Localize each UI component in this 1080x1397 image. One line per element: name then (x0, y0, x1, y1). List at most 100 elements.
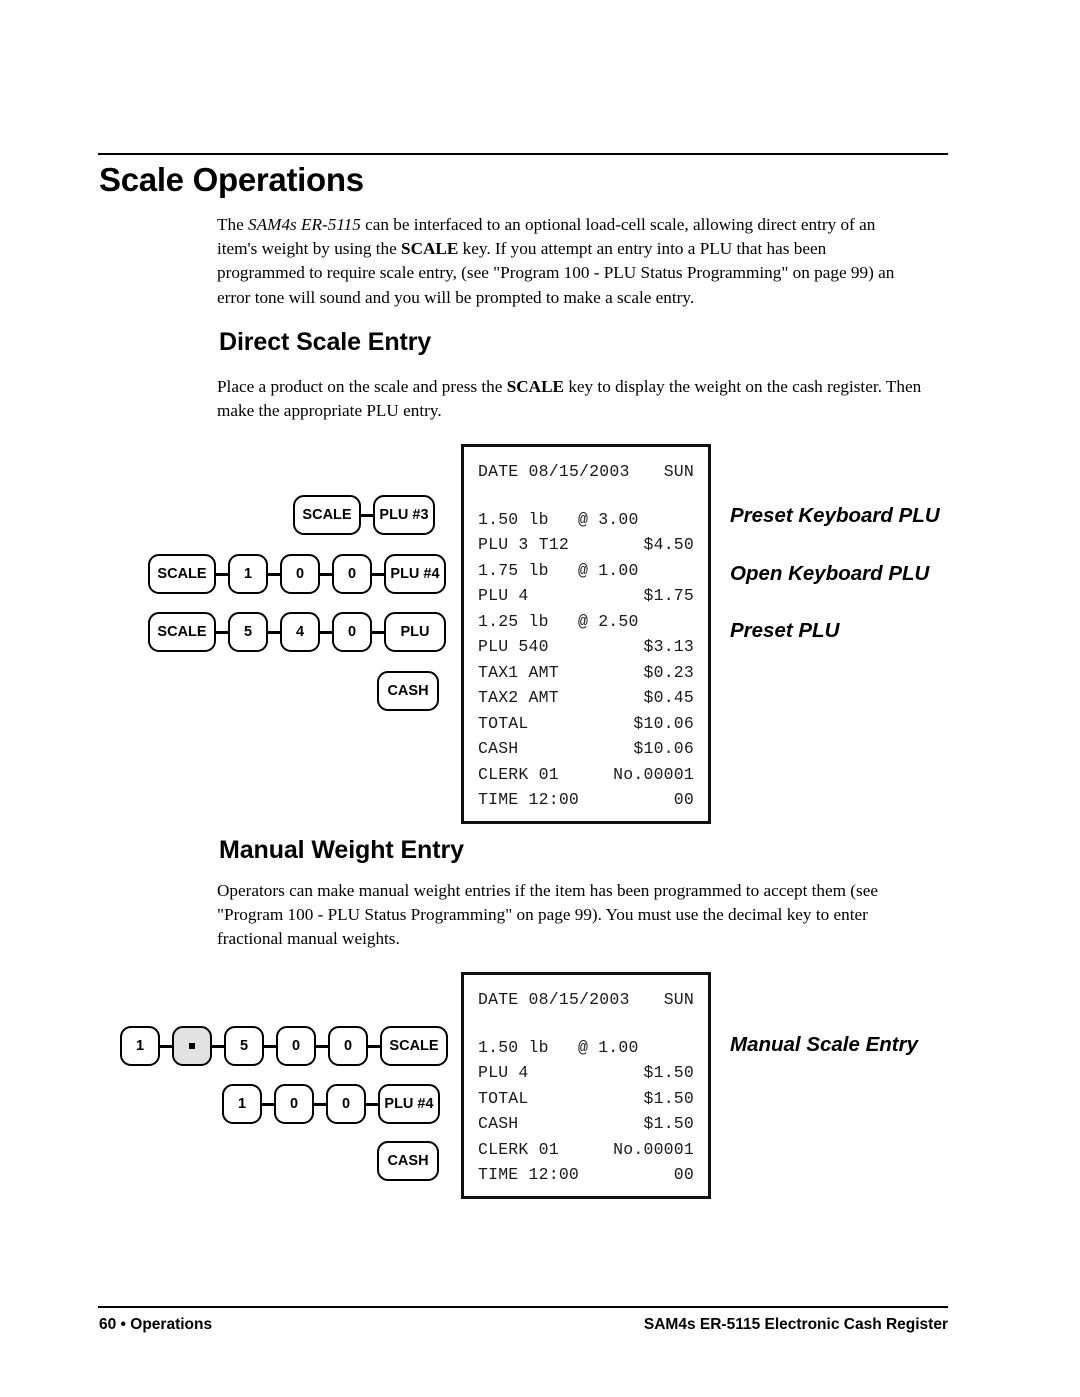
receipt-date-value: 08/15/2003 (528, 462, 630, 482)
key-num-0[interactable]: 0 (328, 1026, 368, 1066)
receipt-day-value: SUN (663, 990, 694, 1010)
receipt-line: TAX1 AMT $0.23 (464, 660, 708, 686)
receipt-line-right: $1.50 (643, 1114, 694, 1134)
callout-preset-keyboard-plu: Preset Keyboard PLU (730, 504, 940, 527)
receipt-line-left: TAX1 AMT (478, 662, 559, 682)
receipt-line-left: CASH (478, 739, 519, 759)
key-connector (261, 1102, 275, 1106)
key-connector (315, 1044, 329, 1048)
scale-key-bold: SCALE (506, 377, 565, 396)
receipt-line-left: CLERK 01 (478, 1139, 559, 1159)
decimal-dot-icon (189, 1043, 195, 1049)
key-sequence-tender-cash-1: CASH (377, 671, 439, 711)
receipt-line-right: $0.45 (643, 688, 694, 708)
receipt-line-right: $1.50 (643, 1088, 694, 1108)
receipt-line: CLERK 01 No.00001 (464, 762, 708, 788)
receipt-line-right: No.00001 (613, 1139, 694, 1159)
receipt-line: CASH $1.50 (464, 1111, 708, 1137)
receipt-line-right: $10.06 (633, 713, 694, 733)
key-num-4[interactable]: 4 (280, 612, 320, 652)
receipt-line: CASH $10.06 (464, 736, 708, 762)
receipt-date-label: DATE (478, 990, 519, 1010)
key-num-0[interactable]: 0 (332, 612, 372, 652)
receipt-line-left: TOTAL (478, 1088, 529, 1108)
key-num-1[interactable]: 1 (228, 554, 268, 594)
key-plu-4[interactable]: PLU #4 (378, 1084, 440, 1124)
header-divider (98, 153, 948, 155)
receipt-manual-scale-entry: DATE 08/15/2003 SUN 1.50 lb @ 1.00 PLU 4 $1… (461, 972, 711, 1199)
receipt-line-right: 00 (673, 790, 694, 810)
key-num-0[interactable]: 0 (276, 1026, 316, 1066)
receipt-line-right: @ 1.00 (578, 1037, 639, 1057)
receipt-line-left: TIME 12:00 (478, 1165, 580, 1185)
key-plu[interactable]: PLU (384, 612, 446, 652)
key-num-5[interactable]: 5 (228, 612, 268, 652)
key-num-0[interactable]: 0 (326, 1084, 366, 1124)
key-connector (313, 1102, 327, 1106)
key-connector (360, 513, 374, 517)
key-connector (365, 1102, 379, 1106)
key-num-5[interactable]: 5 (224, 1026, 264, 1066)
receipt-date-label: DATE (478, 462, 519, 482)
key-scale[interactable]: SCALE (148, 554, 216, 594)
receipt-line-right: $3.13 (643, 637, 694, 657)
receipt-line: TOTAL $1.50 (464, 1086, 708, 1112)
key-cash[interactable]: CASH (377, 1141, 439, 1181)
receipt-line-right: @ 2.50 (578, 611, 639, 631)
key-connector (215, 572, 229, 576)
key-num-0[interactable]: 0 (274, 1084, 314, 1124)
key-connector (371, 630, 385, 634)
key-sequence-preset-keyboard-plu: SCALE PLU #3 (293, 495, 435, 535)
document-page: Scale Operations The SAM4s ER-5115 can b… (0, 0, 1080, 1397)
direct-segment-1: Place a product on the scale and press t… (217, 377, 507, 396)
receipt-line: 1.75 lb @ 1.00 (464, 558, 708, 584)
key-num-0[interactable]: 0 (280, 554, 320, 594)
key-plu-3[interactable]: PLU #3 (373, 495, 435, 535)
key-sequence-open-keyboard-plu: SCALE 1 0 0 PLU #4 (148, 554, 446, 594)
receipt-line-left: TOTAL (478, 713, 529, 733)
key-connector (263, 1044, 277, 1048)
intro-segment-1: The (217, 215, 249, 234)
direct-scale-entry-paragraph: Place a product on the scale and press t… (217, 375, 927, 423)
heading-manual-weight-entry: Manual Weight Entry (219, 836, 464, 864)
receipt-line: PLU 540 $3.13 (464, 634, 708, 660)
receipt-line: TOTAL $10.06 (464, 711, 708, 737)
key-connector (319, 630, 333, 634)
receipt-line-right: @ 3.00 (578, 509, 639, 529)
receipt-date-value: 08/15/2003 (528, 990, 630, 1010)
receipt-line-left: PLU 4 (478, 586, 529, 606)
key-connector (371, 572, 385, 576)
intro-paragraph: The SAM4s ER-5115 can be interfaced to a… (217, 213, 917, 310)
key-cash[interactable]: CASH (377, 671, 439, 711)
footer-product-name: SAM4s ER-5115 Electronic Cash Register (643, 1316, 948, 1333)
key-num-1[interactable]: 1 (120, 1026, 160, 1066)
receipt-line: PLU 4 $1.75 (464, 583, 708, 609)
receipt-line-left: 1.25 lb (478, 611, 549, 631)
key-scale[interactable]: SCALE (293, 495, 361, 535)
receipt-line-left: 1.50 lb (478, 1037, 549, 1057)
receipt-line-right: $1.50 (643, 1063, 694, 1083)
key-num-1[interactable]: 1 (222, 1084, 262, 1124)
receipt-line-left: TAX2 AMT (478, 688, 559, 708)
callout-manual-scale-entry: Manual Scale Entry (730, 1033, 918, 1056)
heading-direct-scale-entry: Direct Scale Entry (219, 328, 432, 356)
footer-page-section: 60 • Operations (99, 1316, 213, 1333)
key-connector (267, 572, 281, 576)
receipt-line-left: PLU 3 T12 (478, 535, 569, 555)
key-connector (319, 572, 333, 576)
receipt-line: TIME 12:00 00 (464, 1162, 708, 1188)
receipt-line-right: No.00001 (613, 764, 694, 784)
key-scale[interactable]: SCALE (148, 612, 216, 652)
key-decimal-point[interactable] (172, 1026, 212, 1066)
page-title: Scale Operations (99, 161, 364, 198)
key-scale[interactable]: SCALE (380, 1026, 448, 1066)
receipt-line-left: CLERK 01 (478, 764, 559, 784)
key-num-0[interactable]: 0 (332, 554, 372, 594)
product-name-italic: SAM4s ER-5115 (248, 215, 361, 234)
key-connector (367, 1044, 381, 1048)
key-plu-4[interactable]: PLU #4 (384, 554, 446, 594)
receipt-spacer (464, 1013, 708, 1035)
receipt-line: PLU 4 $1.50 (464, 1060, 708, 1086)
receipt-line: TIME 12:00 00 (464, 787, 708, 813)
receipt-header-line: DATE 08/15/2003 SUN (464, 459, 708, 485)
